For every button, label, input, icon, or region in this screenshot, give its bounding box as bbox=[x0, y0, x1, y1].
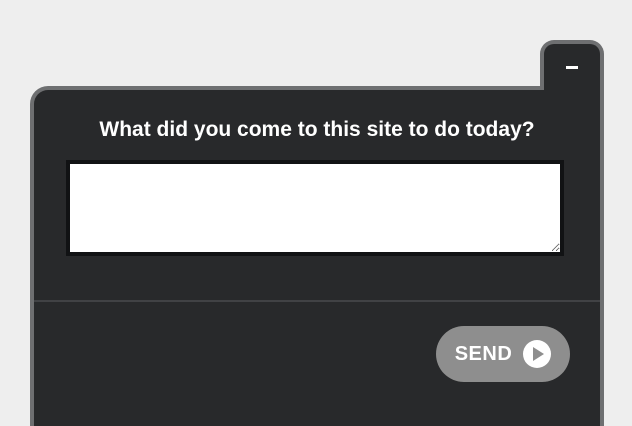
tab-panel-join bbox=[544, 86, 600, 94]
send-button[interactable]: SEND bbox=[436, 326, 570, 382]
minimize-icon[interactable] bbox=[566, 66, 578, 69]
play-circle-icon bbox=[523, 340, 552, 368]
send-button-label: SEND bbox=[454, 343, 513, 365]
survey-question: What did you come to this site to do tod… bbox=[99, 118, 535, 141]
panel-divider bbox=[34, 300, 600, 302]
answer-textarea[interactable] bbox=[66, 160, 564, 256]
